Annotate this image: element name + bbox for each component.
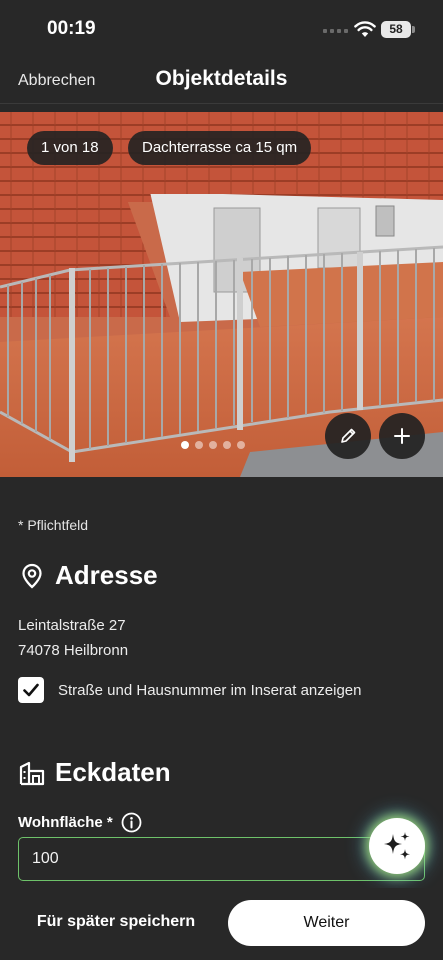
checkmark-icon: [23, 683, 39, 697]
battery-tip: [412, 26, 415, 33]
cellular-signal-icon: [323, 29, 348, 33]
living-area-label: Wohnfläche *: [18, 814, 113, 831]
show-address-label: Straße und Hausnummer im Inserat anzeige…: [58, 681, 362, 699]
save-for-later-button[interactable]: Für später speichern: [18, 899, 214, 945]
address-city: 74078 Heilbronn: [18, 642, 129, 659]
photo-counter-badge: 1 von 18: [27, 131, 113, 165]
pagination-dot[interactable]: [195, 441, 203, 449]
property-photo[interactable]: 1 von 18 Dachterrasse ca 15 qm: [0, 112, 443, 477]
pagination-dot[interactable]: [223, 441, 231, 449]
page-title: Objektdetails: [155, 67, 288, 90]
bottom-action-bar: Für später speichern Weiter: [0, 888, 443, 960]
living-area-input[interactable]: [18, 837, 425, 881]
show-address-checkbox[interactable]: [18, 677, 44, 703]
status-bar: 00:19 58: [0, 0, 443, 58]
address-street: Leintalstraße 27: [18, 617, 126, 634]
status-time: 00:19: [47, 18, 96, 39]
address-heading: Adresse: [55, 560, 158, 590]
pagination-dot[interactable]: [209, 441, 217, 449]
edit-photo-button[interactable]: [325, 413, 371, 459]
pagination-dot[interactable]: [181, 441, 189, 449]
add-photo-button[interactable]: [379, 413, 425, 459]
wifi-icon: [354, 21, 376, 37]
nav-bar: Abbrechen Objektdetails: [0, 58, 443, 104]
address-section-header: Adresse: [18, 560, 158, 591]
battery-icon: 58: [381, 21, 411, 38]
building-icon: [19, 761, 45, 785]
living-area-label-row: Wohnfläche *: [18, 812, 142, 833]
plus-icon: [394, 428, 410, 444]
location-pin-icon: [22, 563, 42, 588]
pencil-icon: [341, 428, 356, 443]
rooftop-terrace-image: [0, 112, 443, 477]
ai-assistant-button[interactable]: [369, 818, 425, 874]
show-address-checkbox-row[interactable]: Straße und Hausnummer im Inserat anzeige…: [18, 677, 361, 703]
next-button[interactable]: Weiter: [228, 900, 425, 946]
info-icon[interactable]: [121, 812, 142, 833]
sparkles-icon: [384, 832, 410, 860]
pagination-dot[interactable]: [237, 441, 245, 449]
required-field-note: * Pflichtfeld: [18, 517, 89, 533]
key-data-heading: Eckdaten: [55, 757, 171, 787]
photo-pagination-dots[interactable]: [181, 441, 245, 449]
key-data-section-header: Eckdaten: [18, 757, 171, 788]
photo-caption-badge: Dachterrasse ca 15 qm: [128, 131, 312, 165]
